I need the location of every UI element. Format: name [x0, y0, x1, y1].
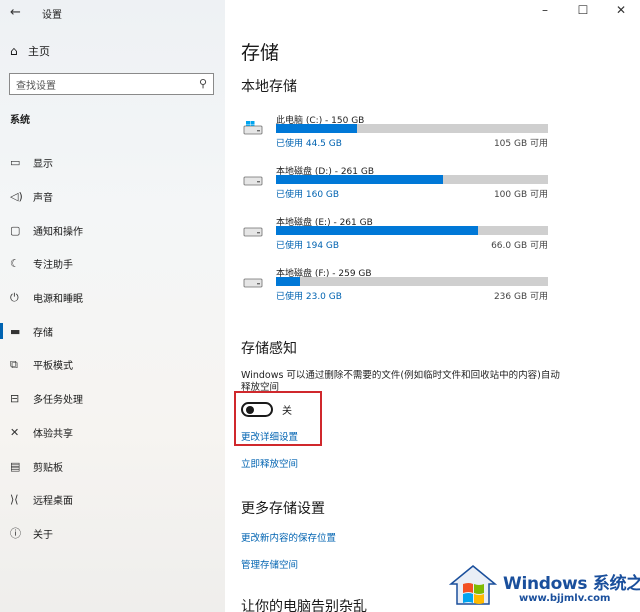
window-controls: – ☐ ✕ — [526, 3, 640, 17]
multitask-icon: ⊟ — [10, 392, 20, 406]
drive-row[interactable]: 本地磁盘 (D:) - 261 GB 已使用 160 GB 100 GB 可用 — [243, 164, 553, 206]
drive-used-text: 已使用 194 GB — [276, 241, 340, 251]
storage-sense-toggle-row: 关 — [241, 402, 292, 417]
manage-storage-spaces-link[interactable]: 管理存储空间 — [241, 557, 298, 571]
main-panel: – ☐ ✕ 存储 本地存储 此电脑 (C:) - 150 GB 已使用 44.5 … — [225, 0, 640, 612]
storage-sense-heading: 存储感知 — [241, 341, 297, 357]
close-icon[interactable]: ✕ — [602, 3, 640, 17]
drive-row[interactable]: 本地磁盘 (F:) - 259 GB 已使用 23.0 GB 236 GB 可用 — [243, 266, 553, 308]
drive-used-text: 已使用 23.0 GB — [276, 292, 342, 302]
windows-drive-icon — [243, 121, 263, 135]
home-icon: ⌂ — [10, 44, 18, 58]
info-icon: ⓘ — [10, 527, 21, 541]
sidebar-item-label: 专注助手 — [33, 260, 73, 272]
sidebar-item-shared[interactable]: ✕ 体验共享 — [0, 416, 225, 450]
drive-free-text: 66.0 GB 可用 — [491, 241, 548, 251]
drive-free-text: 100 GB 可用 — [493, 190, 548, 200]
storage-sense-toggle[interactable] — [241, 402, 273, 417]
toggle-knob — [246, 406, 254, 414]
sidebar: ← 设置 ⌂ 主页 ⚲ 系统 ▭ 显示 ◁) 声音 ▢ 通知和操作 ☾ 专注助手… — [0, 0, 225, 612]
storage-sense-description: Windows 可以通过删除不需要的文件(例如临时文件和回收站中的内容)自动释放… — [241, 370, 560, 392]
sidebar-item-label: 通知和操作 — [33, 226, 83, 238]
sidebar-item-clipboard[interactable]: ▤ 剪贴板 — [0, 449, 225, 483]
maximize-icon[interactable]: ☐ — [564, 3, 602, 17]
home-label: 主页 — [28, 45, 50, 58]
drive-free-text: 105 GB 可用 — [493, 139, 548, 149]
sidebar-item-remote-desktop[interactable]: ⟩⟨ 远程桌面 — [0, 483, 225, 517]
speaker-icon: ◁) — [10, 190, 23, 204]
sidebar-item-label: 多任务处理 — [33, 395, 83, 407]
drive-row[interactable]: 此电脑 (C:) - 150 GB 已使用 44.5 GB 105 GB 可用 — [243, 113, 553, 155]
drive-usage-fill — [276, 124, 357, 133]
watermark-brand: Windows 系统之家 — [503, 569, 640, 594]
sidebar-item-storage[interactable]: ▬ 存储 — [0, 314, 225, 348]
sidebar-item-tablet[interactable]: ⧉ 平板模式 — [0, 348, 225, 382]
title-bar: ← 设置 — [0, 0, 225, 26]
declutter-heading: 让你的电脑告别杂乱 — [241, 599, 367, 612]
app-title: 设置 — [42, 10, 62, 21]
power-icon: ⏻ — [10, 290, 19, 304]
drive-usage-bar — [276, 226, 548, 235]
section-label: 系统 — [10, 115, 30, 126]
minimize-icon[interactable]: – — [526, 3, 564, 17]
sidebar-item-label: 显示 — [33, 159, 53, 171]
drive-icon — [243, 176, 263, 186]
watermark-url: www.bjjmlv.com — [519, 593, 611, 604]
sidebar-item-label: 关于 — [33, 529, 53, 541]
drive-free-text: 236 GB 可用 — [493, 292, 548, 302]
drive-usage-fill — [276, 277, 301, 286]
sidebar-item-label: 声音 — [33, 193, 53, 205]
sidebar-item-about[interactable]: ⓘ 关于 — [0, 517, 225, 551]
share-icon: ✕ — [10, 425, 20, 439]
sidebar-item-label: 远程桌面 — [33, 496, 73, 508]
sidebar-item-display[interactable]: ▭ 显示 — [0, 146, 225, 180]
remote-icon: ⟩⟨ — [10, 493, 19, 507]
search-input[interactable] — [10, 76, 190, 97]
monitor-icon: ▭ — [10, 156, 21, 170]
sidebar-item-power[interactable]: ⏻ 电源和睡眠 — [0, 281, 225, 315]
change-save-location-link[interactable]: 更改新内容的保存位置 — [241, 530, 336, 544]
clipboard-icon: ▤ — [10, 459, 21, 473]
toggle-state-label: 关 — [282, 406, 292, 417]
moon-icon: ☾ — [10, 257, 20, 271]
free-up-space-link[interactable]: 立即释放空间 — [241, 456, 298, 470]
sidebar-nav: ▭ 显示 ◁) 声音 ▢ 通知和操作 ☾ 专注助手 ⏻ 电源和睡眠 ▬ 存储 ⧉… — [0, 146, 225, 550]
sidebar-item-sound[interactable]: ◁) 声音 — [0, 180, 225, 214]
sidebar-item-label: 平板模式 — [33, 361, 73, 373]
back-arrow-icon[interactable]: ← — [10, 5, 21, 20]
notification-icon: ▢ — [10, 223, 21, 237]
sidebar-item-multitasking[interactable]: ⊟ 多任务处理 — [0, 382, 225, 416]
sidebar-item-label: 存储 — [33, 327, 53, 339]
search-box[interactable]: ⚲ — [9, 73, 214, 97]
drive-usage-bar — [276, 175, 548, 184]
sidebar-item-label: 剪贴板 — [33, 462, 63, 474]
search-icon[interactable]: ⚲ — [199, 77, 207, 90]
storage-icon: ▬ — [10, 324, 21, 338]
change-settings-link[interactable]: 更改详细设置 — [241, 429, 298, 443]
drive-used-text: 已使用 44.5 GB — [276, 139, 342, 149]
watermark-brand-text: Windows — [503, 574, 588, 594]
drive-usage-fill — [276, 226, 479, 235]
sidebar-item-label: 电源和睡眠 — [33, 294, 83, 306]
home-link[interactable]: ⌂ 主页 — [10, 43, 50, 59]
drive-usage-bar — [276, 277, 548, 286]
drive-icon — [243, 227, 263, 237]
watermark-cn-text: 系统之家 — [592, 574, 640, 594]
drive-icon — [243, 278, 263, 288]
sidebar-item-focus-assist[interactable]: ☾ 专注助手 — [0, 247, 225, 281]
page-title: 存储 — [241, 42, 280, 64]
sidebar-item-notifications[interactable]: ▢ 通知和操作 — [0, 213, 225, 247]
more-storage-heading: 更多存储设置 — [241, 501, 325, 517]
windows-logo-icon — [449, 565, 497, 605]
drive-usage-fill — [276, 175, 443, 184]
drive-used-text: 已使用 160 GB — [276, 190, 340, 200]
watermark: Windows 系统之家 www.bjjmlv.com — [449, 560, 640, 612]
drive-row[interactable]: 本地磁盘 (E:) - 261 GB 已使用 194 GB 66.0 GB 可用 — [243, 215, 553, 257]
tablet-icon: ⧉ — [10, 357, 18, 371]
drive-usage-bar — [276, 124, 548, 133]
sidebar-item-label: 体验共享 — [33, 428, 73, 440]
local-storage-heading: 本地存储 — [241, 79, 297, 95]
